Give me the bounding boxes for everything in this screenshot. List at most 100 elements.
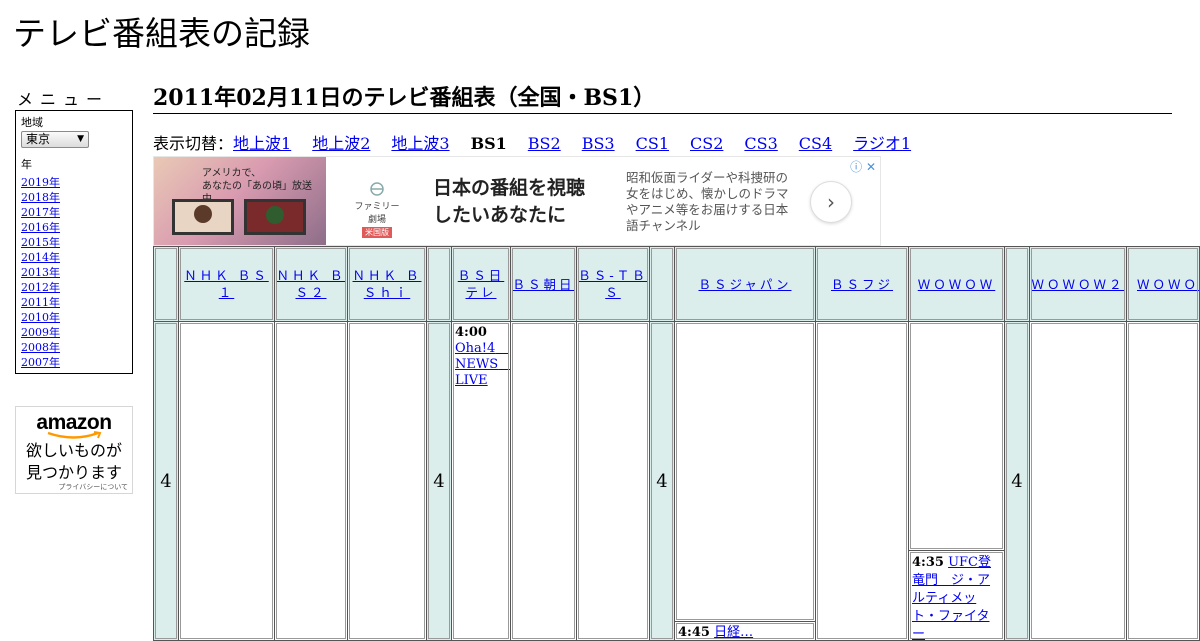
channel-header-wowow2: ＷＯＷＯＷ２ (1029, 246, 1127, 322)
ad-banner[interactable]: アメリカで、あなたの「あの頃」放送中。 ファミリー劇場 米国版 日本の番組を視聴… (153, 156, 881, 246)
year-list: 2019年 2018年 2017年 2016年 2015年 2014年 2013… (21, 175, 127, 370)
switch-link-cs2[interactable]: CS2 (690, 134, 723, 153)
banner-image: アメリカで、あなたの「あの頃」放送中。 (154, 157, 326, 245)
menu-panel: 地域 東京 ▼ 年 2019年 2018年 2017年 2016年 2015年 … (15, 110, 133, 374)
year-link-2016[interactable]: 2016年 (21, 221, 60, 234)
amazon-privacy-link[interactable]: プライバシーについて (58, 482, 128, 492)
year-link-2009[interactable]: 2009年 (21, 326, 60, 339)
year-link-2018[interactable]: 2018年 (21, 191, 60, 204)
year-link-2019[interactable]: 2019年 (21, 176, 60, 189)
program-cell-empty (347, 321, 427, 641)
hour-label: 4 (649, 321, 675, 641)
channel-header-bs-asahi: ＢＳ朝日 (510, 246, 577, 322)
year-link-2015[interactable]: 2015年 (21, 236, 60, 249)
channel-header-wowow3: ＷＯＷＯＷ (1126, 246, 1200, 322)
display-switcher: 表示切替：地上波1 地上波2 地上波3 BS1 BS2 BS3 CS1 CS2 CS3 CS4 ラジ… (153, 133, 932, 155)
channel-header-bs-ntv: ＢＳ日テレ (451, 246, 511, 322)
channel-link-wowow2[interactable]: ＷＯＷＯＷ２ (1031, 276, 1124, 293)
switch-link-cs3[interactable]: CS3 (744, 134, 777, 153)
year-link-2013[interactable]: 2013年 (21, 266, 60, 279)
year-link-2014[interactable]: 2014年 (21, 251, 60, 264)
switch-link-terrestrial-2[interactable]: 地上波2 (312, 134, 370, 153)
banner-headline-1: 日本の番組を視聴 (433, 177, 586, 199)
program-cell-empty (178, 321, 275, 641)
switch-link-cs1[interactable]: CS1 (636, 134, 669, 153)
site-title: テレビ番組表の記録 (13, 14, 310, 53)
year-link-2008[interactable]: 2008年 (21, 341, 60, 354)
banner-logo-badge: 米国版 (362, 227, 392, 238)
program-time: 4:00 (455, 325, 487, 340)
program-time: 4:45 (678, 625, 710, 640)
hour-label: 4 (1004, 321, 1030, 641)
channel-link-bs-fuji[interactable]: ＢＳフジ (831, 276, 893, 293)
hour-label: 4 (426, 321, 452, 641)
region-select[interactable]: 東京 ▼ (21, 131, 89, 148)
channel-link-wowow3[interactable]: ＷＯＷＯＷ (1137, 276, 1199, 293)
program-title-link[interactable]: 日経… (714, 625, 753, 640)
amazon-tagline-2: 見つかります (25, 463, 122, 482)
hour-header-blank (649, 246, 675, 322)
program-cell-empty (510, 321, 577, 641)
banner-logo-name: ファミリー劇場 (354, 202, 400, 225)
program-title-link[interactable]: Oha!4 NEWS LIVE (455, 341, 511, 388)
hour-header-blank (1004, 246, 1030, 322)
banner-description: 昭和仮面ライダーや科捜研の女をはじめ、懐かしのドラマやアニメ等をお届けする日本語… (626, 170, 789, 233)
channel-link-nhk-bs1[interactable]: ＮＨＫ ＢＳ１ (179, 267, 274, 301)
channel-header-nhk-bs2: ＮＨＫ ＢＳ２ (274, 246, 348, 322)
amazon-logo: amazon (36, 411, 112, 434)
program-cell-empty (908, 321, 1005, 551)
banner-headline-2: したいあなたに (433, 204, 567, 226)
program-cell-empty (576, 321, 650, 641)
switch-current-bs1: BS1 (470, 134, 507, 153)
hour-label: 4 (153, 321, 179, 641)
tv-screens-icon (172, 199, 306, 235)
year-link-2007[interactable]: 2007年 (21, 356, 60, 369)
chevron-right-icon[interactable]: › (810, 181, 852, 223)
hour-header-blank (426, 246, 452, 322)
channel-link-bs-japan[interactable]: ＢＳジャパン (698, 276, 791, 293)
year-link-2017[interactable]: 2017年 (21, 206, 60, 219)
program-cell-empty (815, 321, 909, 641)
channel-link-bs-ntv[interactable]: ＢＳ日テレ (452, 267, 510, 301)
channel-link-bs-asahi[interactable]: ＢＳ朝日 (512, 276, 574, 293)
channel-link-bs-tbs[interactable]: ＢＳ-ＴＢＳ (577, 267, 649, 301)
channel-link-wowow[interactable]: ＷＯＷＯＷ (918, 276, 996, 293)
banner-channel-logo: ファミリー劇場 米国版 (354, 181, 400, 238)
switch-link-terrestrial-3[interactable]: 地上波3 (391, 134, 449, 153)
amazon-ad[interactable]: amazon 欲しいものが 見つかります プライバシーについて (15, 406, 133, 494)
switch-link-bs3[interactable]: BS3 (582, 134, 615, 153)
channel-link-nhk-bshi[interactable]: ＮＨＫ ＢＳｈｉ (348, 267, 426, 301)
program-cell-empty (274, 321, 348, 641)
banner-headline: 日本の番組を視聴 したいあなたに (433, 175, 585, 229)
region-label: 地域 (21, 116, 43, 129)
banner-image-caption-1: アメリカで、 (202, 168, 262, 179)
program-cell: 4:45 日経… (674, 621, 816, 641)
switch-link-radio1[interactable]: ラジオ1 (853, 134, 911, 153)
program-time: 4:35 (912, 555, 944, 570)
channel-header-bs-tbs: ＢＳ-ＴＢＳ (576, 246, 650, 322)
year-link-2010[interactable]: 2010年 (21, 311, 60, 324)
channel-header-nhk-bs1: ＮＨＫ ＢＳ１ (178, 246, 275, 322)
switcher-label: 表示切替： (153, 134, 234, 153)
switch-link-terrestrial-1[interactable]: 地上波1 (233, 134, 291, 153)
page-heading: 2011年02月11日のテレビ番組表（全国・BS1） (153, 83, 1172, 114)
channel-header-nhk-bshi: ＮＨＫ ＢＳｈｉ (347, 246, 427, 322)
program-cell-empty (1126, 321, 1200, 641)
channel-header-bs-japan: ＢＳジャパン (674, 246, 816, 322)
program-cell: 4:00 Oha!4 NEWS LIVE (451, 321, 511, 641)
switch-link-bs2[interactable]: BS2 (528, 134, 561, 153)
program-cell-empty (1029, 321, 1127, 641)
channel-logo-icon (370, 182, 384, 196)
year-label: 年 (21, 158, 32, 171)
year-link-2011[interactable]: 2011年 (21, 296, 60, 309)
channel-link-nhk-bs2[interactable]: ＮＨＫ ＢＳ２ (275, 267, 347, 301)
adchoices-icon[interactable]: ⓘ ✕ (850, 158, 876, 175)
switch-link-cs4[interactable]: CS4 (799, 134, 832, 153)
amazon-tagline-1: 欲しいものが (25, 441, 122, 460)
program-cell-empty (674, 321, 816, 622)
chevron-down-icon: ▼ (77, 134, 84, 144)
menu-heading: メニュー (17, 90, 110, 109)
year-link-2012[interactable]: 2012年 (21, 281, 60, 294)
region-select-value: 東京 (26, 132, 51, 146)
hour-header-blank (153, 246, 179, 322)
